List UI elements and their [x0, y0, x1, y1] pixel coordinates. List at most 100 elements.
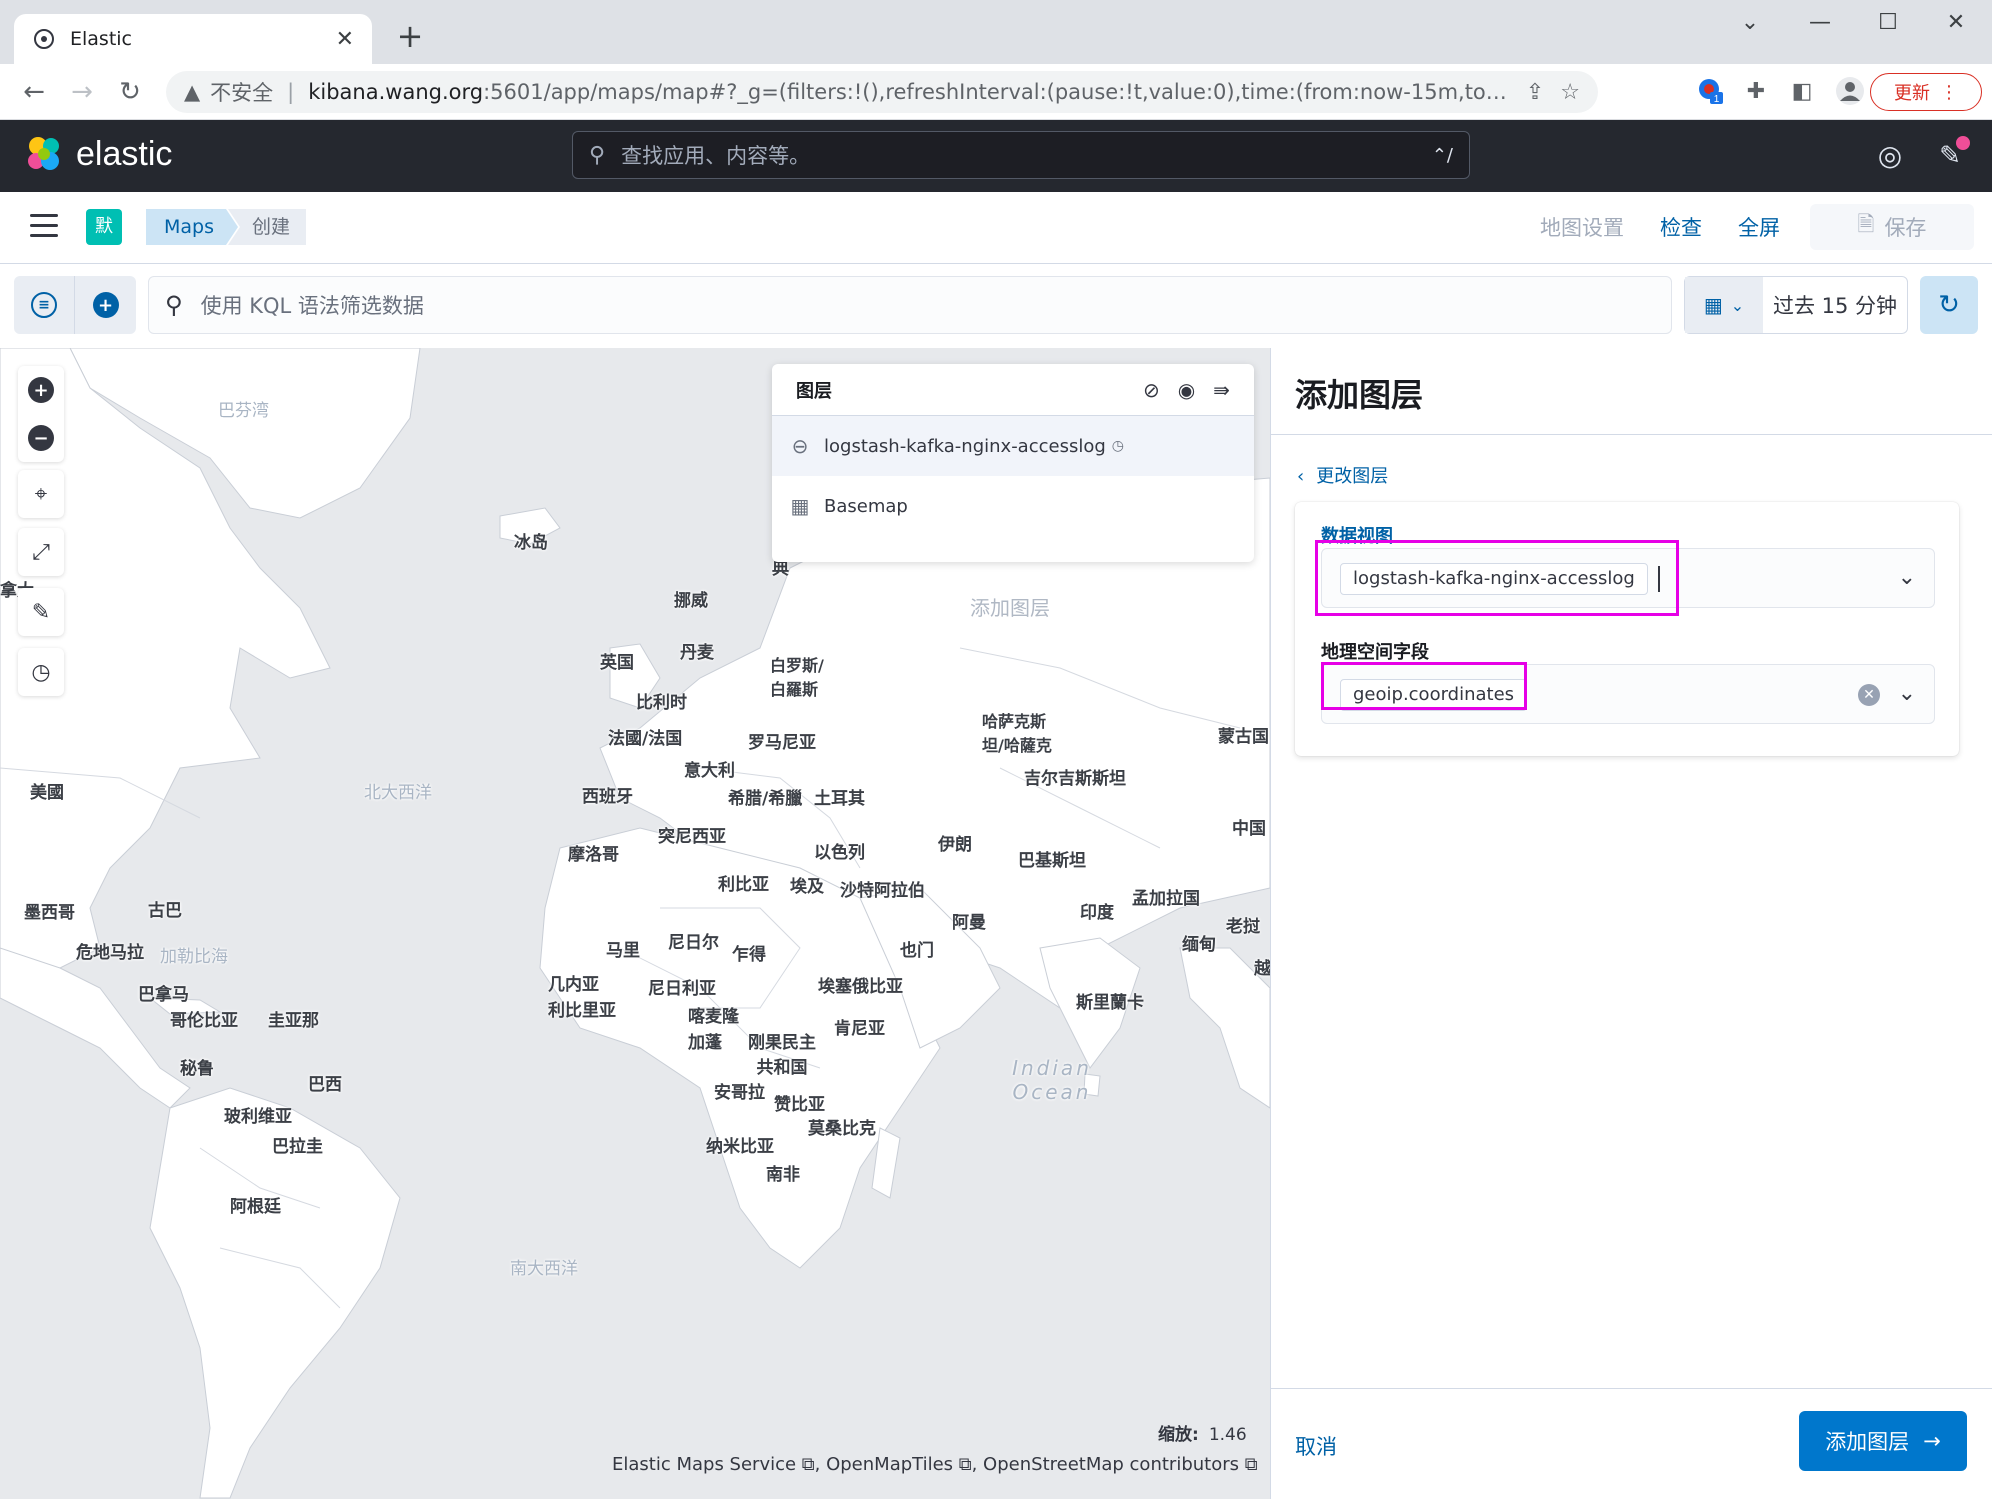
chevron-down-icon[interactable]: ⌄	[1898, 565, 1916, 590]
side-panel-icon[interactable]: ◧	[1786, 76, 1818, 108]
elastic-logo[interactable]: elastic	[24, 134, 172, 174]
new-tab-button[interactable]: +	[392, 18, 428, 54]
breadcrumb-maps[interactable]: Maps	[146, 209, 238, 245]
collapse-panel-icon[interactable]: ⇛	[1213, 378, 1230, 402]
add-filter-button[interactable]: +	[75, 276, 136, 334]
window-close-button[interactable]: ✕	[1936, 10, 1976, 35]
tab-search-icon[interactable]: ⌄	[1730, 10, 1770, 35]
fullscreen-link[interactable]: 全屏	[1738, 212, 1780, 242]
quick-menu-button[interactable]: ▦ ⌄	[1685, 277, 1763, 333]
menu-hamburger-icon[interactable]	[30, 214, 58, 240]
time-range-label[interactable]: 过去 15 分钟	[1763, 277, 1907, 333]
map-label-guyana: 圭亚那	[268, 1011, 319, 1031]
browser-toolbar: ← → ↻ ▲ 不安全 | kibana.wang.org :5601/app/…	[0, 64, 1992, 120]
bookmark-star-icon[interactable]: ☆	[1560, 80, 1580, 105]
kql-search-input[interactable]: ⚲ 使用 KQL 语法筛选数据	[148, 276, 1672, 334]
extensions-puzzle-icon[interactable]: ✚	[1740, 76, 1772, 108]
filter-icon: ≡	[31, 292, 57, 318]
map-label-belarus: 白罗斯/白羅斯	[770, 656, 824, 699]
address-bar[interactable]: ▲ 不安全 | kibana.wang.org :5601/app/maps/m…	[166, 71, 1598, 113]
map-label-romania: 罗马尼亚	[748, 733, 816, 753]
global-search-input[interactable]: ⚲ 查找应用、内容等。 ⌃/	[572, 131, 1470, 179]
crosshair-icon[interactable]: ⌖	[18, 470, 64, 518]
map-label-south-atlantic: 南大西洋	[510, 1259, 578, 1279]
map-label-oman: 阿曼	[952, 913, 986, 933]
map-label-kyrgyzstan: 吉尔吉斯斯坦	[1024, 769, 1126, 789]
minimize-button[interactable]: —	[1800, 10, 1840, 35]
map-label-bangladesh: 孟加拉国	[1132, 889, 1200, 909]
map-label-denmark: 丹麦	[680, 643, 714, 663]
query-bar: ≡ + ⚲ 使用 KQL 语法筛选数据 ▦ ⌄ 过去 15 分钟 ↻	[0, 264, 1992, 348]
help-lifebuoy-icon[interactable]: ◎	[1872, 138, 1908, 174]
layer-name: logstash-kafka-nginx-accesslog	[824, 435, 1106, 457]
share-icon[interactable]: ⇪	[1526, 80, 1544, 105]
map-label-greece: 希腊/希臘	[728, 789, 803, 809]
profile-avatar-icon[interactable]	[1834, 76, 1866, 108]
map-label-north-atlantic: 北大西洋	[364, 783, 432, 803]
map-settings-link[interactable]: 地图设置	[1540, 212, 1624, 242]
map-label-norway: 挪威	[674, 591, 708, 611]
map-label-usa: 美國	[30, 783, 64, 803]
clock-icon[interactable]: ◷	[18, 648, 64, 696]
date-picker: ▦ ⌄ 过去 15 分钟	[1684, 276, 1908, 334]
warning-icon[interactable]: ▲	[184, 80, 200, 104]
zoom-out-button[interactable]: −	[18, 414, 64, 462]
tab-title: Elastic	[70, 28, 133, 50]
map-label-morocco: 摩洛哥	[568, 845, 619, 865]
panel-footer: 取消 添加图层 →	[1271, 1388, 1992, 1499]
map-attribution[interactable]: Elastic Maps Service ⧉, OpenMapTiles ⧉, …	[612, 1454, 1258, 1475]
refresh-button[interactable]: ↻	[1920, 276, 1978, 334]
zoom-in-button[interactable]: +	[18, 366, 64, 414]
map-label-colombia: 哥伦比亚	[170, 1011, 238, 1031]
minus-circle-icon: ⊖	[791, 434, 809, 458]
filter-menu-button[interactable]: ≡	[14, 276, 75, 334]
save-button[interactable]: 🗎 保存	[1810, 204, 1974, 250]
change-layer-link[interactable]: ‹ 更改图层	[1297, 462, 1400, 488]
save-label: 保存	[1884, 216, 1927, 240]
hide-all-layers-icon[interactable]: ⊘	[1143, 378, 1160, 402]
layer-row-accesslog[interactable]: ⊖ logstash-kafka-nginx-accesslog ◷	[772, 416, 1254, 476]
map-label-spain: 西班牙	[582, 787, 633, 807]
map-label-india: 印度	[1080, 903, 1114, 923]
chevron-down-icon[interactable]: ⌄	[1898, 681, 1916, 706]
inspect-link[interactable]: 检查	[1660, 212, 1702, 242]
map-label-angola: 安哥拉	[714, 1083, 765, 1103]
url-host: kibana.wang.org	[308, 80, 484, 104]
map-label-kenya: 肯尼亚	[834, 1019, 885, 1039]
extension-shield-icon[interactable]: 1	[1694, 76, 1726, 108]
map-label-laos: 老挝	[1226, 917, 1260, 937]
ghost-add-layer-label: 添加图层	[970, 596, 1050, 620]
add-layer-button[interactable]: 添加图层 →	[1799, 1411, 1967, 1471]
zoom-scale: 缩放: 1.46	[1158, 1420, 1247, 1445]
map-label-cameroon: 喀麦隆	[688, 1007, 739, 1027]
reload-button[interactable]: ↻	[112, 74, 148, 110]
back-button[interactable]: ←	[16, 74, 52, 110]
map-label-ethiopia: 埃塞俄比亚	[818, 977, 903, 997]
wrench-icon[interactable]: ✎	[18, 588, 64, 636]
map-label-belgium: 比利时	[636, 693, 687, 713]
chevron-left-icon: ‹	[1297, 466, 1305, 487]
forward-button[interactable]: →	[64, 74, 100, 110]
browser-tab[interactable]: Elastic ✕	[14, 14, 372, 64]
show-all-layers-icon[interactable]: ◉	[1178, 378, 1195, 402]
highlight-box-geo-field	[1321, 662, 1527, 710]
layer-source-form: 数据视图 logstash-kafka-nginx-accesslog ⌄ 地理…	[1295, 502, 1959, 756]
elastic-cluster-icon	[28, 137, 59, 170]
space-avatar[interactable]: 默	[86, 209, 122, 245]
cancel-button[interactable]: 取消	[1295, 1431, 1337, 1461]
map-label-panama: 巴拿马	[138, 985, 189, 1005]
update-button[interactable]: 更新 ⋮	[1870, 73, 1982, 111]
news-feed-icon[interactable]: ✎	[1932, 136, 1970, 174]
map-label-israel: 以色列	[814, 843, 865, 863]
map-label-libya: 利比亚	[718, 875, 769, 895]
maximize-button[interactable]: ☐	[1868, 10, 1908, 35]
layer-row-basemap[interactable]: ▦ Basemap	[772, 476, 1254, 536]
layer-control-panel: 图层 ⊘ ◉ ⇛ ⊖ logstash-kafka-nginx-accesslo…	[772, 364, 1254, 562]
zoom-controls: + −	[18, 366, 64, 462]
map-label-guatemala: 危地马拉	[76, 943, 144, 963]
tab-close-icon[interactable]: ✕	[336, 27, 354, 52]
map-label-namibia: 纳米比亚	[706, 1137, 774, 1157]
clear-icon[interactable]: ✕	[1858, 684, 1880, 706]
map-label-peru: 秘鲁	[180, 1059, 214, 1079]
expand-arrow-icon[interactable]: ⤢	[18, 528, 64, 576]
